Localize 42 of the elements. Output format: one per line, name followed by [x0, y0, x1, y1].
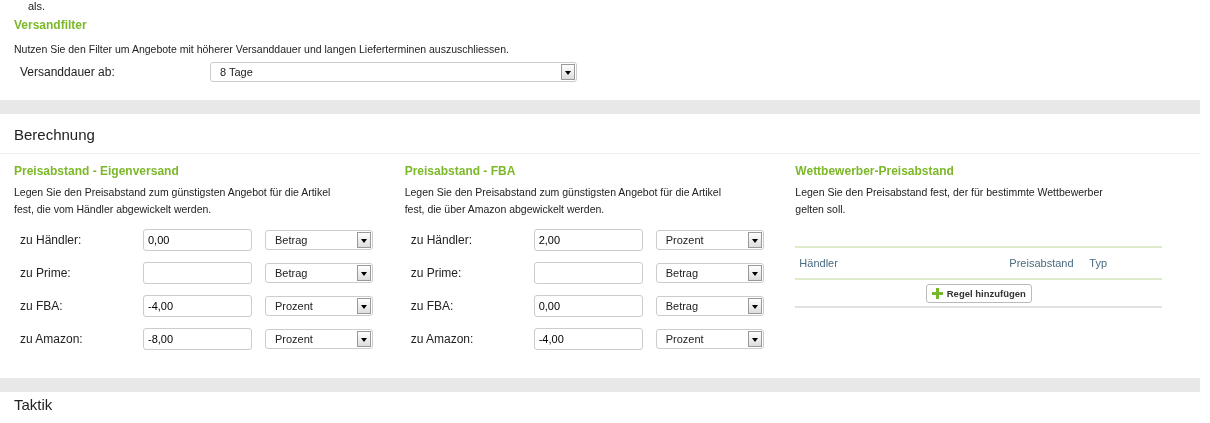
- input-field[interactable]: 2,00: [533, 229, 643, 251]
- dropdown[interactable]: Prozent: [265, 296, 373, 316]
- dropdown[interactable]: Betrag: [265, 263, 373, 283]
- add-rule-button[interactable]: Regel hinzufügen: [925, 284, 1032, 303]
- field-label: zu Amazon:: [409, 332, 475, 346]
- dropdown[interactable]: Betrag: [655, 296, 764, 316]
- field-label: zu Amazon:: [19, 332, 84, 346]
- plus-icon: [931, 288, 943, 299]
- paragraph-fragment: als.: [27, 0, 47, 12]
- field-label: zu FBA:: [409, 299, 455, 313]
- description-text: Legen Sie den Preisabstand zum günstigsten Angebot für die Artikel fest, die über Amazon abgewickelt werden.: [404, 185, 723, 217]
- input-field[interactable]: [143, 262, 252, 284]
- panel-title: Berechnung: [0, 114, 1200, 154]
- input-field[interactable]: -4,00: [533, 328, 643, 350]
- input-field[interactable]: 0,00: [533, 295, 643, 317]
- dropdown[interactable]: 8 Tage: [210, 62, 577, 82]
- field-label: zu FBA:: [19, 299, 64, 313]
- description-text: Legen Sie den Preisabstand fest, der für bestimmte Wettbewerber gelten soll.: [795, 185, 1104, 217]
- field-label: zu Händler:: [19, 233, 83, 247]
- column-header: Typ: [1089, 257, 1108, 269]
- column-header: Preisabstand: [1009, 257, 1075, 269]
- input-field[interactable]: [533, 262, 643, 284]
- field-label: zu Händler:: [409, 233, 474, 247]
- field-label: zu Prime:: [19, 266, 72, 280]
- dropdown[interactable]: Betrag: [655, 263, 764, 283]
- description-text: Legen Sie den Preisabstand zum günstigsten Angebot für die Artikel fest, die vom Händler abgewickelt werden.: [14, 185, 332, 217]
- column-header: Händler: [798, 257, 839, 269]
- dropdown[interactable]: Prozent: [655, 329, 764, 349]
- dropdown[interactable]: Prozent: [655, 230, 764, 250]
- section-heading: Preisabstand - Eigenversand: [14, 164, 180, 178]
- description-text: Nutzen Sie den Filter um Angebote mit höherer Versanddauer und langen Lieferterminen auszuschliessen.: [14, 42, 510, 57]
- field-label: Versanddauer ab:: [20, 65, 116, 79]
- input-field[interactable]: 0,00: [143, 229, 252, 251]
- input-field[interactable]: -8,00: [143, 328, 252, 350]
- section-heading: Wettbewerber-Preisabstand: [795, 164, 955, 178]
- field-label: zu Prime:: [409, 266, 463, 280]
- dropdown[interactable]: Betrag: [265, 230, 373, 250]
- section-heading: Versandfilter: [14, 18, 88, 32]
- dropdown[interactable]: Prozent: [265, 329, 373, 349]
- input-field[interactable]: -4,00: [143, 295, 252, 317]
- panel-title: Taktik: [13, 395, 54, 415]
- section-heading: Preisabstand - FBA: [404, 164, 517, 178]
